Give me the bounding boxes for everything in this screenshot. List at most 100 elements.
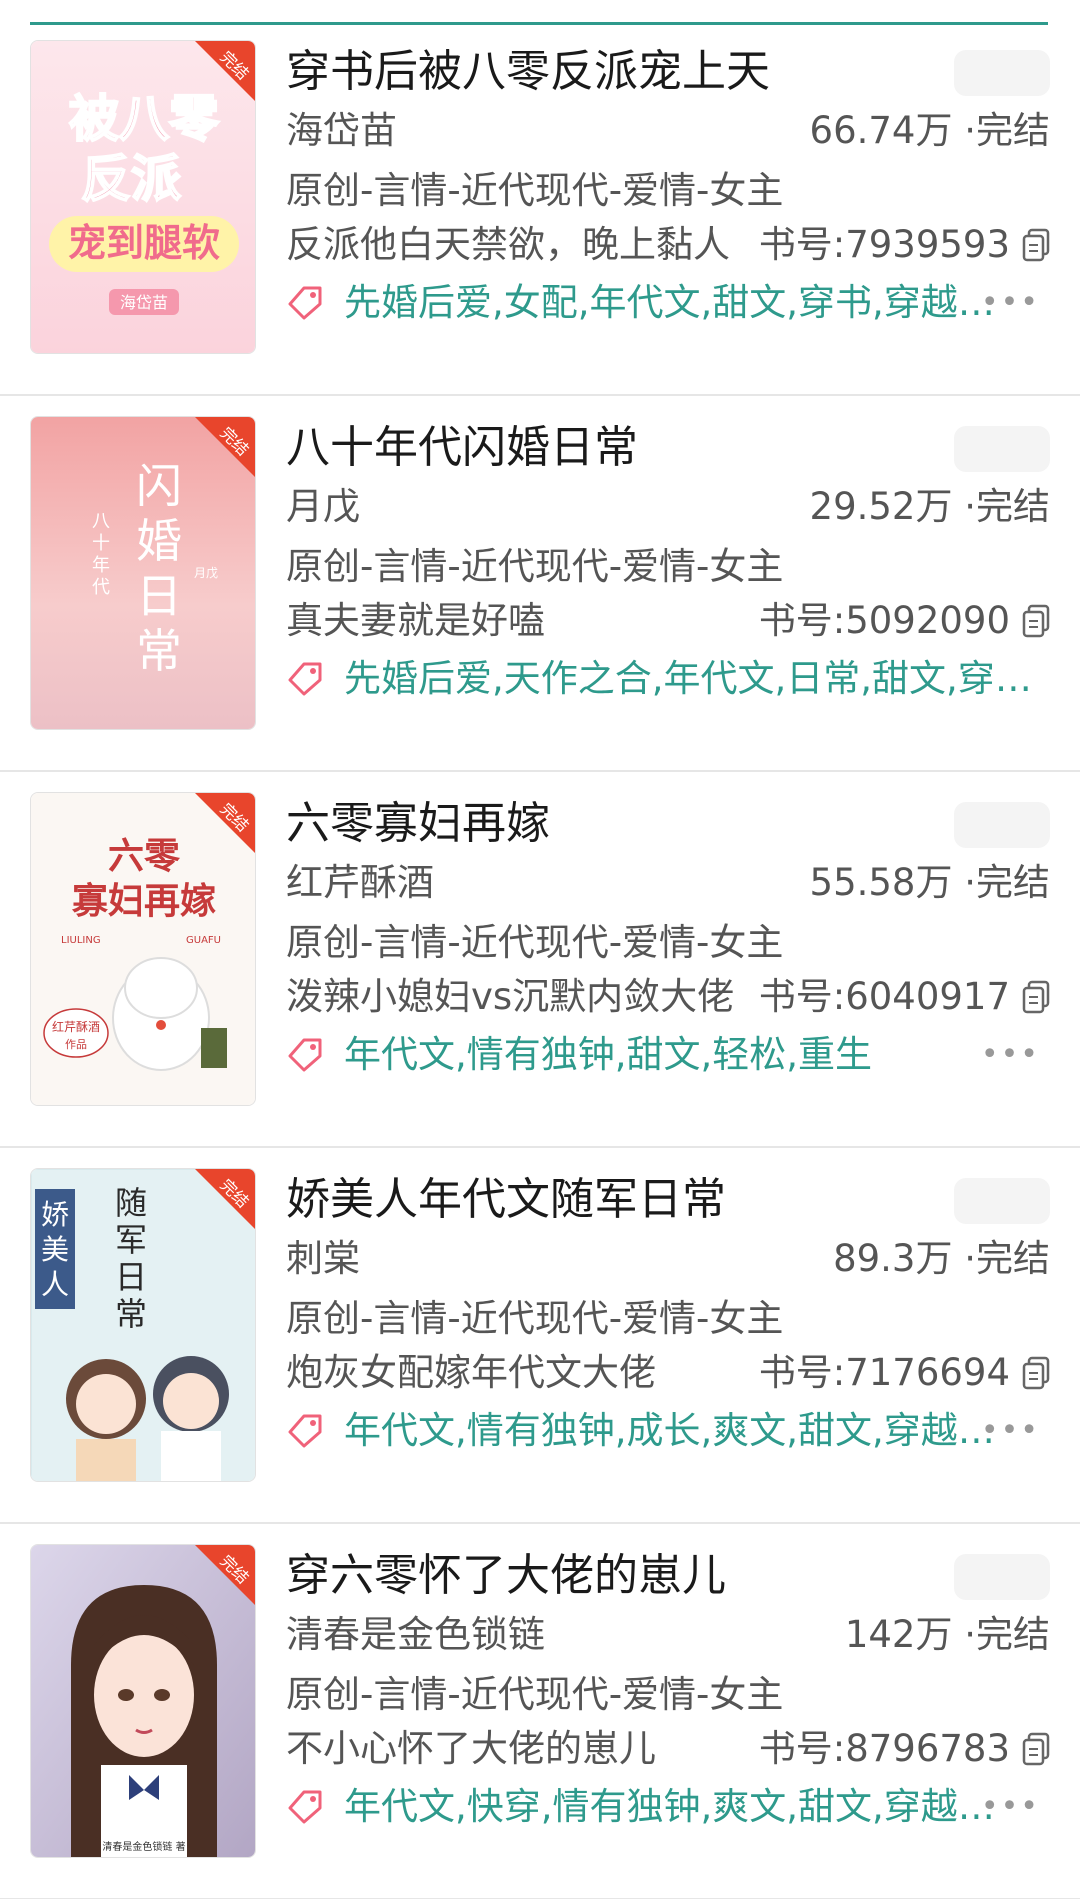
tag-row: 年代文,情有独钟,成长,爽文,甜文,穿越时空: [286, 1406, 1050, 1456]
tag-icon: [288, 286, 322, 320]
word-count-status: 89.3万 ·完结: [833, 1237, 1050, 1280]
book-cover[interactable]: 清春是金色锁链 著 完结: [30, 1544, 256, 1858]
svg-text:月戊: 月戊: [194, 566, 218, 580]
book-title[interactable]: 六零寡妇再嫁: [286, 794, 946, 854]
book-author[interactable]: 清春是金色锁链: [286, 1610, 545, 1660]
book-author[interactable]: 红芹酥酒: [286, 858, 434, 908]
book-title[interactable]: 穿六零怀了大佬的崽儿: [286, 1546, 946, 1606]
tag-icon: [288, 1414, 322, 1448]
svg-text:美: 美: [41, 1233, 69, 1266]
tag-icon: [288, 1038, 322, 1072]
tag-icon: [288, 1790, 322, 1824]
book-item[interactable]: 六零 寡妇再嫁 LIULING GUAFU 红芹酥酒 作品 完结 六零寡妇再嫁 …: [0, 772, 1080, 1148]
book-tags[interactable]: 先婚后爱,女配,年代文,甜文,穿书,穿越时空: [344, 278, 1004, 328]
book-intro: 反派他白天禁欲，晚上黏人: [286, 223, 730, 266]
book-author[interactable]: 海岱苗: [286, 106, 397, 156]
book-tags[interactable]: 年代文,情有独钟,成长,爽文,甜文,穿越时空: [344, 1406, 1004, 1456]
tag-row: 年代文,情有独钟,甜文,轻松,重生: [286, 1030, 1050, 1080]
more-icon[interactable]: •••: [981, 1030, 1040, 1080]
book-cover[interactable]: 六零 寡妇再嫁 LIULING GUAFU 红芹酥酒 作品 完结: [30, 792, 256, 1106]
book-tags[interactable]: 先婚后爱,天作之合,年代文,日常,甜文,穿越时空: [344, 654, 1050, 704]
svg-text:寡妇再嫁: 寡妇再嫁: [71, 881, 216, 922]
more-icon[interactable]: •••: [981, 278, 1040, 328]
book-title[interactable]: 八十年代闪婚日常: [286, 418, 946, 478]
book-cover[interactable]: 随 军 日 常 娇 美 人 完结: [30, 1168, 256, 1482]
completed-ribbon: 完结: [195, 41, 255, 101]
book-intro: 炮灰女配嫁年代文大佬: [286, 1351, 656, 1394]
book-author[interactable]: 月戊: [286, 482, 360, 532]
tag-row: 先婚后爱,天作之合,年代文,日常,甜文,穿越时空: [286, 654, 1050, 704]
book-number: 书号:7176694: [759, 1348, 1050, 1398]
book-category: 原创-言情-近代现代-爱情-女主: [286, 1297, 784, 1340]
book-title[interactable]: 穿书后被八零反派宠上天: [286, 42, 946, 102]
svg-text:六零: 六零: [108, 836, 181, 877]
book-cover[interactable]: 被八零 反派 宠到腿软 海岱苗 完结: [30, 40, 256, 354]
book-intro: 泼辣小媳妇vs沉默内敛大佬: [286, 975, 735, 1018]
book-number-text: 书号:7176694: [758, 1351, 1010, 1394]
svg-text:宠到腿软: 宠到腿软: [68, 221, 220, 265]
blur-badge: [954, 1554, 1050, 1600]
more-icon[interactable]: •••: [981, 1406, 1040, 1456]
book-author[interactable]: 刺棠: [286, 1234, 360, 1284]
svg-text:日: 日: [115, 1258, 147, 1296]
copy-icon[interactable]: [1022, 980, 1050, 1014]
svg-text:代: 代: [92, 577, 110, 598]
word-count-status: 55.58万 ·完结: [809, 861, 1050, 904]
svg-text:反派: 反派: [81, 150, 181, 208]
cover-author-text: 海岱苗: [120, 293, 168, 312]
book-category: 原创-言情-近代现代-爱情-女主: [286, 545, 784, 588]
book-number: 书号:5092090: [759, 596, 1050, 646]
word-count-status: 29.52万 ·完结: [809, 485, 1050, 528]
completed-ribbon: 完结: [195, 793, 255, 853]
word-count-status: 142万 ·完结: [844, 1613, 1050, 1656]
completed-ribbon: 完结: [195, 1545, 255, 1605]
svg-text:红芹酥酒: 红芹酥酒: [52, 1019, 100, 1034]
book-tags[interactable]: 年代文,情有独钟,甜文,轻松,重生: [344, 1030, 872, 1080]
blur-badge: [954, 802, 1050, 848]
book-title[interactable]: 娇美人年代文随军日常: [286, 1170, 946, 1230]
copy-icon[interactable]: [1022, 1732, 1050, 1766]
book-number-text: 书号:5092090: [758, 599, 1010, 642]
book-cover[interactable]: 闪 婚 日 常 八 十 年 代 月戊 完结: [30, 416, 256, 730]
svg-text:LIULING: LIULING: [61, 935, 101, 946]
book-tags[interactable]: 年代文,快穿,情有独钟,爽文,甜文,穿越时空: [344, 1782, 1004, 1832]
book-number: 书号:7939593: [759, 220, 1050, 270]
svg-text:八: 八: [92, 511, 110, 532]
copy-icon[interactable]: [1022, 228, 1050, 262]
book-intro: 真夫妻就是好嗑: [286, 599, 545, 642]
book-number: 书号:6040917: [759, 972, 1050, 1022]
copy-icon[interactable]: [1022, 1356, 1050, 1390]
book-category: 原创-言情-近代现代-爱情-女主: [286, 1673, 784, 1716]
book-number: 书号:8796783: [759, 1724, 1050, 1774]
word-count-status: 66.74万 ·完结: [809, 109, 1050, 152]
svg-text:娇: 娇: [41, 1198, 69, 1231]
svg-text:婚: 婚: [136, 514, 182, 568]
book-number-text: 书号:8796783: [758, 1727, 1010, 1770]
book-item[interactable]: 被八零 反派 宠到腿软 海岱苗 完结 穿书后被八零反派宠上天 海岱苗 66.74…: [0, 20, 1080, 396]
book-item[interactable]: 闪 婚 日 常 八 十 年 代 月戊 完结 八十年代闪婚日常 月戊 29.52万…: [0, 396, 1080, 772]
completed-ribbon: 完结: [195, 417, 255, 477]
tag-icon: [288, 662, 322, 696]
book-number-text: 书号:7939593: [758, 223, 1010, 266]
svg-text:GUAFU: GUAFU: [186, 935, 221, 946]
more-icon[interactable]: •••: [981, 1782, 1040, 1832]
book-category: 原创-言情-近代现代-爱情-女主: [286, 169, 784, 212]
svg-text:年: 年: [92, 555, 110, 576]
book-item[interactable]: 随 军 日 常 娇 美 人 完结 娇美人年代文随军日常 刺棠 89.3万 ·完结…: [0, 1148, 1080, 1524]
svg-text:十: 十: [92, 533, 110, 554]
completed-ribbon: 完结: [195, 1169, 255, 1229]
svg-text:随: 随: [115, 1184, 147, 1222]
blur-badge: [954, 1178, 1050, 1224]
book-number-text: 书号:6040917: [758, 975, 1010, 1018]
tag-row: 先婚后爱,女配,年代文,甜文,穿书,穿越时空: [286, 278, 1050, 328]
svg-text:日: 日: [136, 569, 182, 623]
svg-text:人: 人: [41, 1268, 69, 1301]
svg-text:常: 常: [115, 1295, 147, 1333]
svg-text:清春是金色锁链 著: 清春是金色锁链 著: [102, 1840, 185, 1853]
svg-text:常: 常: [136, 624, 182, 678]
book-item[interactable]: 清春是金色锁链 著 完结 穿六零怀了大佬的崽儿 清春是金色锁链 142万 ·完结…: [0, 1524, 1080, 1899]
book-intro: 不小心怀了大佬的崽儿: [286, 1727, 656, 1770]
copy-icon[interactable]: [1022, 604, 1050, 638]
blur-badge: [954, 426, 1050, 472]
tag-row: 年代文,快穿,情有独钟,爽文,甜文,穿越时空: [286, 1782, 1050, 1832]
